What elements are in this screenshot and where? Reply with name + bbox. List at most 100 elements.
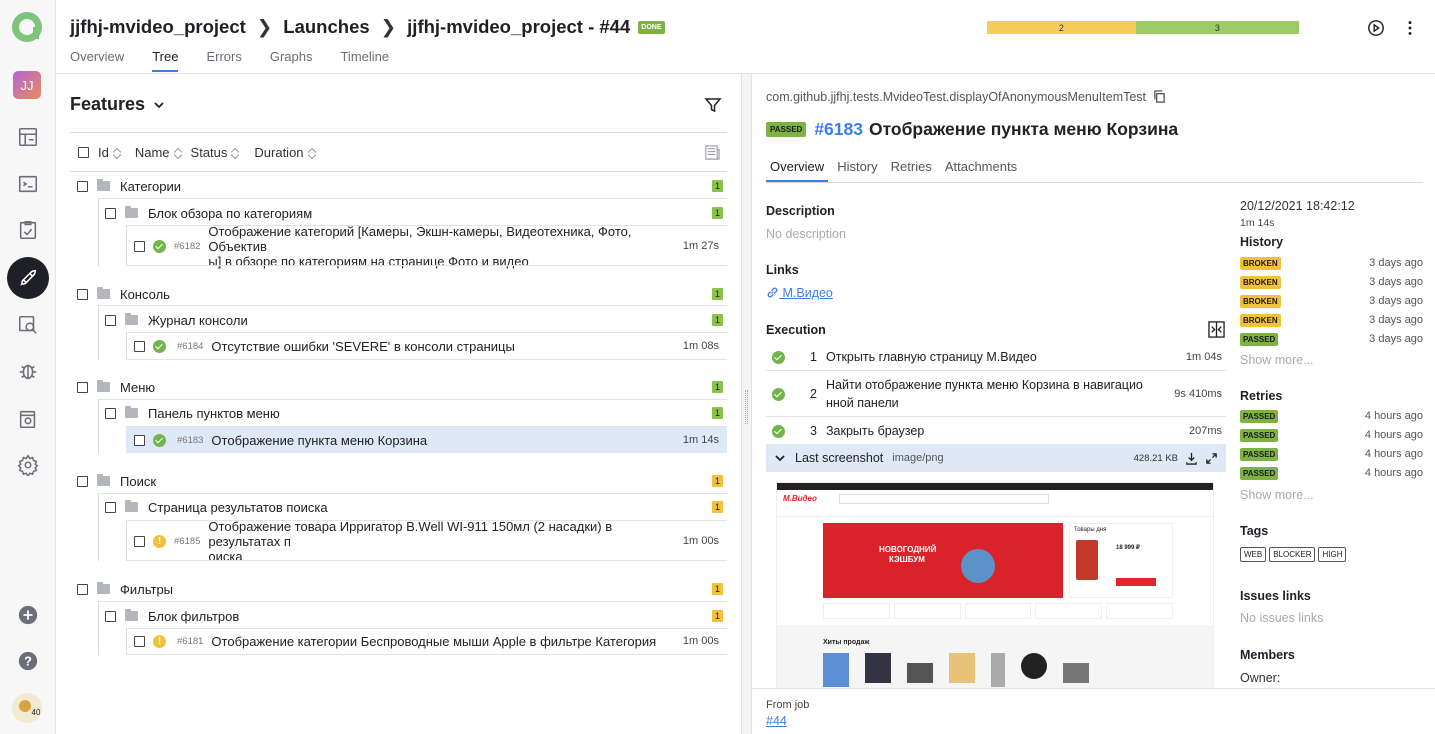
- status-bar-segment[interactable]: 3: [1135, 21, 1299, 34]
- help-icon[interactable]: ?: [13, 646, 43, 676]
- collapse-steps-icon[interactable]: [1208, 321, 1225, 338]
- jobs-icon[interactable]: [13, 404, 43, 434]
- tree-group[interactable]: Меню 1: [70, 379, 727, 395]
- tree-subgroup[interactable]: Журнал консоли 1: [98, 312, 727, 328]
- history-row[interactable]: BROKEN 3 days ago: [1240, 276, 1423, 290]
- tab-overview[interactable]: Overview: [70, 49, 124, 72]
- folder-icon: [97, 179, 110, 191]
- panel-resize-handle[interactable]: [741, 74, 752, 734]
- row-checkbox[interactable]: [134, 340, 145, 352]
- column-duration[interactable]: Duration: [254, 145, 315, 160]
- test-name: Отображение категории Беспроводные мыши …: [211, 633, 657, 649]
- project-avatar[interactable]: JJ: [13, 71, 41, 99]
- rerun-button[interactable]: [1365, 17, 1387, 39]
- row-checkbox[interactable]: [134, 240, 145, 252]
- test-row[interactable]: #6182 Отображение категорий [Камеры, Экш…: [126, 224, 727, 269]
- retries-row[interactable]: PASSED 4 hours ago: [1240, 467, 1423, 481]
- tree-group[interactable]: Консоль 1: [70, 286, 727, 302]
- step-row[interactable]: 3 Закрыть браузер 207ms: [766, 421, 1226, 441]
- status-badge: BROKEN: [1240, 257, 1281, 270]
- breadcrumb-launches[interactable]: Launches: [283, 16, 369, 38]
- select-all-checkbox[interactable]: [78, 146, 89, 158]
- test-row[interactable]: ! #6185 Отображение товара Ирригатор B.W…: [126, 519, 727, 564]
- tree-subgroup[interactable]: Блок обзора по категориям 1: [98, 205, 727, 221]
- tree-subgroup[interactable]: Страница результатов поиска 1: [98, 499, 727, 515]
- row-checkbox[interactable]: [77, 180, 88, 192]
- retries-row[interactable]: PASSED 4 hours ago: [1240, 410, 1423, 424]
- history-show-more[interactable]: Show more...: [1240, 353, 1314, 367]
- testplans-icon[interactable]: [13, 215, 43, 245]
- columns-settings-icon[interactable]: [704, 144, 721, 161]
- expand-icon[interactable]: [1205, 452, 1218, 465]
- test-row[interactable]: #6184 Отсутствие ошибки 'SEVERE' в консо…: [126, 338, 727, 354]
- tab-tree[interactable]: Tree: [152, 49, 179, 72]
- defects-icon[interactable]: [13, 356, 43, 386]
- history-row[interactable]: PASSED 3 days ago: [1240, 333, 1423, 347]
- settings-icon[interactable]: [13, 450, 43, 480]
- tree-group[interactable]: Фильтры 1: [70, 581, 727, 597]
- history-row[interactable]: BROKEN 3 days ago: [1240, 257, 1423, 271]
- launches-icon[interactable]: [7, 257, 49, 299]
- column-name[interactable]: Name: [135, 145, 182, 160]
- analytics-icon[interactable]: [13, 310, 43, 340]
- row-checkbox[interactable]: [77, 583, 88, 595]
- tab-overview[interactable]: Overview: [766, 159, 829, 182]
- row-checkbox[interactable]: [134, 635, 145, 647]
- row-checkbox[interactable]: [105, 314, 116, 326]
- test-path: com.github.jjfhj.tests.MvideoTest.displa…: [766, 90, 1147, 104]
- tab-graphs[interactable]: Graphs: [270, 49, 313, 72]
- screenshot-preview[interactable]: М.Видео НОВОГОДНИЙ КЭШБУМ Товары дня 18 …: [776, 482, 1214, 690]
- test-row[interactable]: ! #6181 Отображение категории Беспроводн…: [126, 633, 727, 649]
- step-row[interactable]: 2 Найти отображение пункта меню Корзина …: [766, 374, 1226, 414]
- copy-icon[interactable]: [1153, 90, 1166, 103]
- row-checkbox[interactable]: [134, 434, 145, 446]
- divider: [126, 560, 727, 561]
- tab-attachments[interactable]: Attachments: [941, 159, 1021, 182]
- download-icon[interactable]: [1185, 452, 1198, 465]
- row-checkbox[interactable]: [105, 207, 116, 219]
- testcases-icon[interactable]: [13, 169, 43, 199]
- tree-subgroup[interactable]: Блок фильтров 1: [98, 608, 727, 624]
- app-logo[interactable]: [11, 11, 43, 43]
- job-link[interactable]: #44: [766, 714, 787, 728]
- dashboard-icon[interactable]: [13, 122, 43, 152]
- row-checkbox[interactable]: [105, 407, 116, 419]
- history-row[interactable]: BROKEN 3 days ago: [1240, 295, 1423, 309]
- history-row[interactable]: BROKEN 3 days ago: [1240, 314, 1423, 328]
- test-row-selected[interactable]: #6183 Отображение пункта меню Корзина 1m…: [126, 427, 727, 453]
- count-badge: 1: [712, 407, 723, 419]
- mvideo-link[interactable]: М.Видео: [766, 286, 833, 300]
- breadcrumb-project[interactable]: jjfhj-mvideo_project: [70, 16, 246, 38]
- row-checkbox[interactable]: [134, 535, 145, 547]
- link-icon: [767, 287, 778, 298]
- tab-errors[interactable]: Errors: [206, 49, 241, 72]
- filter-icon[interactable]: [704, 96, 722, 114]
- row-checkbox[interactable]: [105, 610, 116, 622]
- retries-row[interactable]: PASSED 4 hours ago: [1240, 429, 1423, 443]
- passed-status-icon: [772, 424, 785, 438]
- tab-timeline[interactable]: Timeline: [340, 49, 389, 72]
- divider: [126, 359, 727, 360]
- tree-group[interactable]: Поиск 1: [70, 473, 727, 489]
- folder-icon: [125, 206, 138, 218]
- status-bar-segment[interactable]: 2: [987, 21, 1136, 34]
- more-menu-button[interactable]: [1399, 17, 1421, 39]
- user-avatar[interactable]: 40: [12, 693, 42, 723]
- tree-group[interactable]: Категории 1: [70, 178, 727, 194]
- tab-history[interactable]: History: [833, 159, 881, 182]
- tree-subgroup[interactable]: Панель пунктов меню 1: [98, 405, 727, 421]
- row-checkbox[interactable]: [77, 381, 88, 393]
- features-dropdown[interactable]: Features: [70, 94, 165, 115]
- retries-row[interactable]: PASSED 4 hours ago: [1240, 448, 1423, 462]
- column-status[interactable]: Status: [191, 145, 240, 160]
- add-icon[interactable]: [13, 600, 43, 630]
- attachment-row[interactable]: Last screenshot image/png 428.21 KB: [766, 444, 1226, 472]
- row-checkbox[interactable]: [77, 475, 88, 487]
- row-checkbox[interactable]: [77, 288, 88, 300]
- step-row[interactable]: 1 Открыть главную страницу М.Видео 1m 04…: [766, 347, 1226, 367]
- row-checkbox[interactable]: [105, 501, 116, 513]
- retries-show-more[interactable]: Show more...: [1240, 488, 1314, 502]
- sort-icon: [114, 148, 121, 158]
- column-id[interactable]: Id: [98, 145, 121, 160]
- tab-retries[interactable]: Retries: [887, 159, 936, 182]
